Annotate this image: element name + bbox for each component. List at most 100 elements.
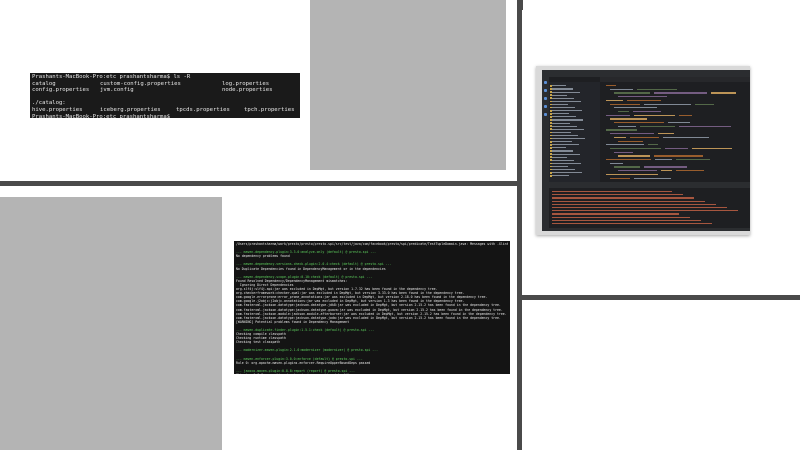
code-line xyxy=(668,122,690,124)
code-line xyxy=(614,92,650,94)
code-line xyxy=(618,170,657,172)
tree-item[interactable] xyxy=(552,85,566,87)
debug-icon[interactable] xyxy=(544,97,547,100)
terminal-entry: node.properties xyxy=(222,87,273,94)
placeholder-panel-bottom xyxy=(0,197,222,450)
tree-item[interactable] xyxy=(552,128,584,130)
code-line xyxy=(610,177,630,179)
code-line xyxy=(637,88,677,90)
code-line xyxy=(614,107,657,109)
console-line xyxy=(552,197,694,199)
terminal-entry: log.properties xyxy=(222,80,270,87)
terminal-line: Skipping JaCoCo execution due to missing… xyxy=(236,373,508,374)
code-line xyxy=(606,173,658,176)
terminal-ls-output: Prashants-MacBook-Pro:etc prashantsharma… xyxy=(30,73,300,120)
code-line xyxy=(610,162,623,164)
code-line xyxy=(610,103,640,105)
terminal-line: Prashants-MacBook-Pro:etc prashantsharma… xyxy=(32,74,191,80)
tree-item[interactable] xyxy=(552,175,569,177)
ide-status-bar xyxy=(542,228,750,231)
console-line xyxy=(552,200,705,202)
tree-item[interactable] xyxy=(552,147,566,149)
tree-item[interactable] xyxy=(552,97,574,99)
code-line xyxy=(665,147,688,150)
tree-item[interactable] xyxy=(552,144,579,146)
code-line xyxy=(610,88,633,90)
code-line xyxy=(679,114,692,116)
code-line xyxy=(606,159,651,161)
tree-item[interactable] xyxy=(552,122,570,124)
code-line xyxy=(634,177,671,179)
code-line xyxy=(618,155,650,157)
code-line xyxy=(614,166,640,168)
divider-vertical-main xyxy=(517,0,522,450)
tree-item[interactable] xyxy=(552,138,585,140)
code-line xyxy=(610,133,654,135)
tree-item[interactable] xyxy=(552,131,571,133)
tree-item[interactable] xyxy=(552,162,581,164)
terminal-line: com.fasterxml.jackson.datatype:jackson-d… xyxy=(236,307,503,312)
git-icon[interactable] xyxy=(544,113,547,116)
tree-item[interactable] xyxy=(552,134,578,137)
divider-horizontal-right xyxy=(522,295,800,300)
code-line xyxy=(618,96,667,98)
tree-item[interactable] xyxy=(552,153,580,155)
code-line xyxy=(610,118,647,120)
code-line xyxy=(692,147,732,150)
terminal-line: com.fasterxml.jackson.datatype:jackson-d… xyxy=(236,303,501,308)
tree-item[interactable] xyxy=(552,94,567,96)
code-line xyxy=(634,114,675,116)
terminal-entry: iceberg.properties xyxy=(100,106,161,113)
placeholder-panel-top xyxy=(310,0,506,170)
code-line xyxy=(630,136,659,139)
tree-item[interactable] xyxy=(552,172,582,174)
tree-item[interactable] xyxy=(552,116,576,118)
run-icon[interactable] xyxy=(544,89,547,92)
tree-item[interactable] xyxy=(552,100,581,102)
code-line xyxy=(648,144,658,146)
code-line xyxy=(618,125,636,127)
ide-toolbar xyxy=(542,77,549,231)
terminal-line: Prashants-MacBook-Pro:etc prashantsharma… xyxy=(32,113,171,120)
code-line xyxy=(654,155,703,157)
tree-item[interactable] xyxy=(552,91,580,93)
tree-item[interactable] xyxy=(552,113,569,115)
tree-item[interactable] xyxy=(552,119,583,121)
code-line xyxy=(614,122,664,124)
code-line xyxy=(606,114,630,116)
project-icon[interactable] xyxy=(544,81,547,84)
ide-run-console xyxy=(549,188,750,231)
code-line xyxy=(618,140,643,142)
terminal-entry: custom-config.properties xyxy=(100,80,181,87)
tree-item[interactable] xyxy=(552,165,568,168)
tree-item[interactable] xyxy=(552,141,572,143)
console-line xyxy=(552,219,701,221)
terminal-entry: tpch.properties xyxy=(244,106,295,113)
tree-item[interactable] xyxy=(552,103,568,106)
tree-item[interactable] xyxy=(552,169,575,171)
code-line xyxy=(606,144,644,146)
tree-item[interactable] xyxy=(552,159,574,161)
console-line xyxy=(552,194,683,196)
tree-item[interactable] xyxy=(552,150,573,152)
code-line xyxy=(610,147,661,150)
code-line xyxy=(627,99,661,102)
ide-titlebar xyxy=(542,70,750,77)
code-line xyxy=(663,136,709,139)
terminal-line: /Users/prashantsharma/work/presto/presto… xyxy=(236,242,508,246)
tree-item[interactable] xyxy=(552,110,582,112)
code-line xyxy=(676,170,704,172)
code-line xyxy=(606,129,637,131)
code-line xyxy=(679,125,731,127)
console-line xyxy=(552,223,712,225)
console-line xyxy=(552,203,716,205)
tree-item[interactable] xyxy=(552,88,573,90)
tree-item[interactable] xyxy=(552,107,575,109)
terminal-icon[interactable] xyxy=(544,105,547,108)
code-line xyxy=(658,133,674,135)
divider-horizontal-left xyxy=(0,181,520,186)
tree-item[interactable] xyxy=(552,125,577,127)
tree-item[interactable] xyxy=(552,156,567,158)
code-line xyxy=(640,125,675,127)
code-line xyxy=(606,99,623,102)
